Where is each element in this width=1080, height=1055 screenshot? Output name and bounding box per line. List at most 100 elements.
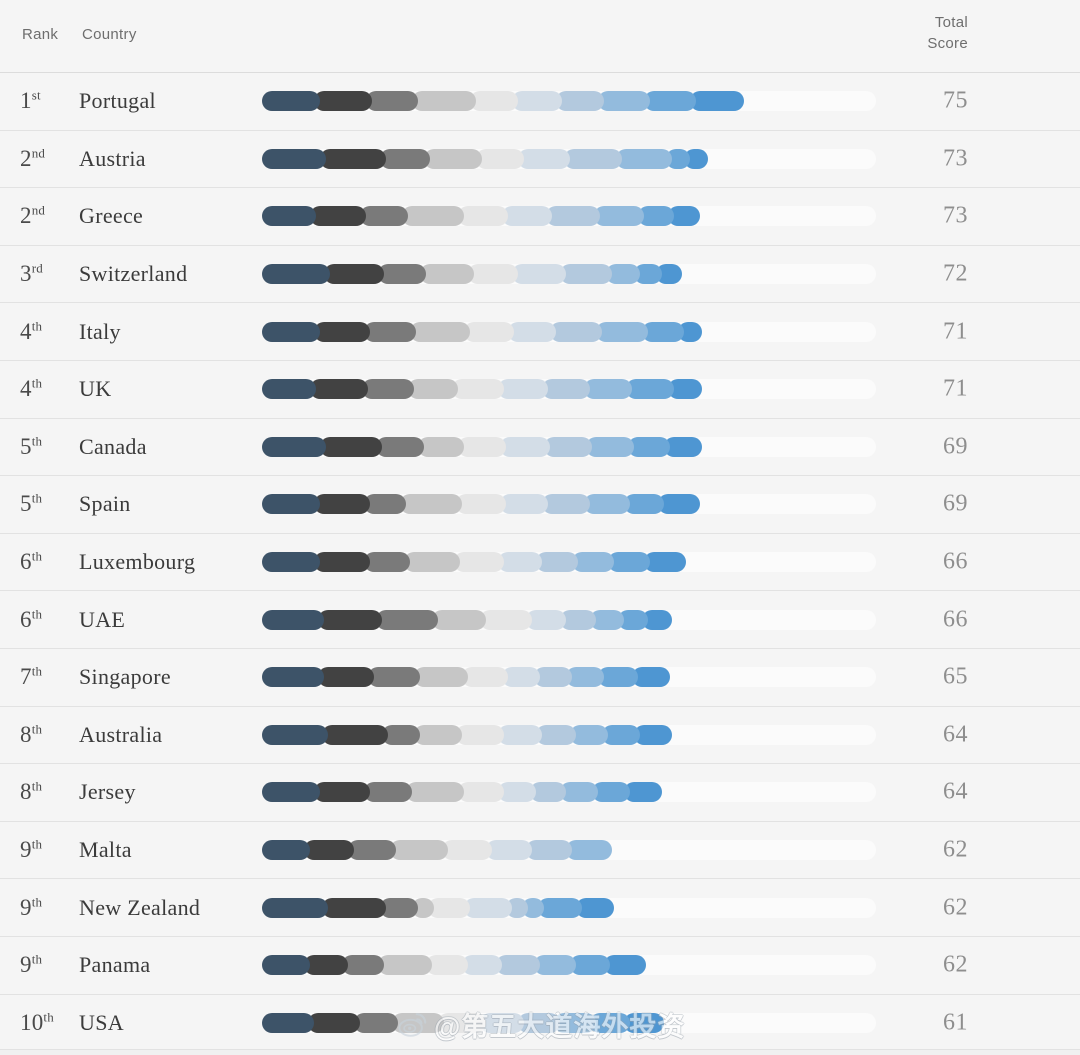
- score-bar-segment: [526, 609, 566, 630]
- score-bar: [262, 494, 876, 515]
- table-header: Rank Country Total Score: [0, 0, 1080, 72]
- table-row[interactable]: 8th Australia 64: [0, 705, 1080, 764]
- score-bar-segment: [596, 321, 648, 342]
- table-row[interactable]: 6th UAE 66: [0, 590, 1080, 648]
- score-bar-segment: [420, 264, 474, 285]
- rank-suffix: rd: [31, 260, 43, 276]
- table-row[interactable]: 3rd Switzerland 72: [0, 244, 1080, 303]
- score-bar-segment: [538, 897, 582, 918]
- score-bar-segment: [262, 321, 320, 342]
- score-bar-segment: [378, 955, 432, 976]
- score-bar-segment: [500, 436, 550, 457]
- score-bar-segment: [590, 1012, 630, 1033]
- country-cell: UAE: [79, 606, 126, 632]
- score-bar-segment: [262, 436, 326, 457]
- score-bar-segment: [644, 552, 686, 573]
- table-row[interactable]: 7th Singapore 65: [0, 647, 1080, 706]
- total-score-cell: 75: [943, 87, 968, 114]
- table-row[interactable]: 2nd Greece 73: [0, 187, 1080, 245]
- rank-cell: 2nd: [20, 202, 46, 229]
- score-bar-segment: [262, 494, 320, 515]
- score-bar: [262, 840, 876, 861]
- score-bar-segment: [468, 264, 518, 285]
- score-bar-segment: [262, 91, 320, 112]
- country-cell: Canada: [79, 433, 147, 459]
- score-bar-segment: [498, 552, 542, 573]
- rank-suffix: nd: [31, 202, 46, 218]
- country-cell: Australia: [79, 721, 163, 747]
- score-bar-segment: [418, 436, 464, 457]
- score-bar-segment: [512, 264, 566, 285]
- table-row[interactable]: 4th UK 71: [0, 359, 1080, 418]
- total-score-cell: 62: [943, 894, 968, 921]
- total-score-cell: 64: [943, 778, 968, 805]
- score-bar-segment: [498, 379, 548, 400]
- column-header-total-score: Total Score: [888, 12, 968, 54]
- score-bar-segment: [486, 840, 532, 861]
- rank-cell: 2nd: [20, 145, 46, 171]
- country-cell: Malta: [79, 837, 132, 863]
- score-bar-segment: [262, 206, 316, 227]
- country-cell: Switzerland: [79, 261, 188, 287]
- country-cell: UK: [79, 376, 112, 402]
- total-score-cell: 73: [943, 202, 968, 229]
- score-bar-segment: [462, 667, 508, 688]
- total-score-cell: 64: [943, 721, 968, 748]
- total-score-cell: 61: [943, 1009, 968, 1036]
- score-bar-segment: [464, 321, 514, 342]
- table-row[interactable]: 6th Luxembourg 66: [0, 532, 1080, 591]
- country-cell: Spain: [79, 491, 131, 517]
- score-bar-segment: [502, 206, 552, 227]
- score-bar-segment: [624, 1012, 664, 1033]
- score-bar-segment: [456, 724, 504, 745]
- table-row[interactable]: 2nd Austria 73: [0, 129, 1080, 188]
- score-bar-segment: [560, 264, 612, 285]
- score-bar-segment: [310, 379, 368, 400]
- score-bar-segment: [480, 609, 532, 630]
- rank-suffix: th: [31, 605, 43, 621]
- score-bar-segment: [518, 148, 570, 169]
- table-row[interactable]: 10th USA 61: [0, 993, 1080, 1052]
- total-score-cell: 71: [943, 375, 968, 402]
- country-cell: Greece: [79, 203, 144, 229]
- country-cell: Luxembourg: [79, 549, 196, 575]
- score-bar-segment: [424, 148, 482, 169]
- score-bar: [262, 667, 876, 688]
- rank-suffix: th: [31, 375, 43, 391]
- rank-cell: 6th: [20, 605, 43, 632]
- score-bar-segment: [544, 436, 592, 457]
- total-score-cell: 62: [943, 951, 968, 978]
- score-bar-segment: [414, 667, 468, 688]
- country-cell: Singapore: [79, 664, 171, 690]
- score-bar: [262, 91, 876, 112]
- rank-suffix: th: [31, 433, 43, 449]
- score-bar-segment: [536, 724, 576, 745]
- table-row[interactable]: 8th Jersey 64: [0, 763, 1080, 821]
- score-bar-segment: [624, 494, 664, 515]
- total-score-cell: 66: [943, 548, 968, 575]
- score-bar-segment: [584, 379, 632, 400]
- score-bar-segment: [658, 494, 700, 515]
- country-cell: Italy: [79, 318, 121, 344]
- score-bar: [262, 436, 876, 457]
- table-row[interactable]: 9th New Zealand 62: [0, 878, 1080, 936]
- score-bar-segment: [546, 206, 600, 227]
- score-bar-segment: [564, 148, 622, 169]
- score-bar-segment: [428, 897, 470, 918]
- score-bar-segment: [364, 321, 416, 342]
- table-row[interactable]: 5th Spain 69: [0, 475, 1080, 533]
- table-row[interactable]: 5th Canada 69: [0, 417, 1080, 476]
- table-row[interactable]: 4th Italy 71: [0, 302, 1080, 360]
- score-bar-segment: [314, 552, 370, 573]
- score-bar: [262, 609, 876, 630]
- score-bar-segment: [598, 667, 638, 688]
- rank-suffix: nd: [31, 145, 46, 161]
- ranking-board: Rank Country Total Score 1st Portugal 75 2n…: [0, 0, 1080, 1055]
- table-row[interactable]: 9th Panama 62: [0, 935, 1080, 994]
- table-row[interactable]: 1st Portugal 75: [0, 72, 1080, 130]
- rank-cell: 1st: [20, 87, 41, 114]
- table-row[interactable]: 9th Malta 62: [0, 820, 1080, 879]
- score-bar-segment: [348, 840, 396, 861]
- rank-suffix: st: [31, 87, 41, 103]
- rank-suffix: th: [43, 1009, 54, 1025]
